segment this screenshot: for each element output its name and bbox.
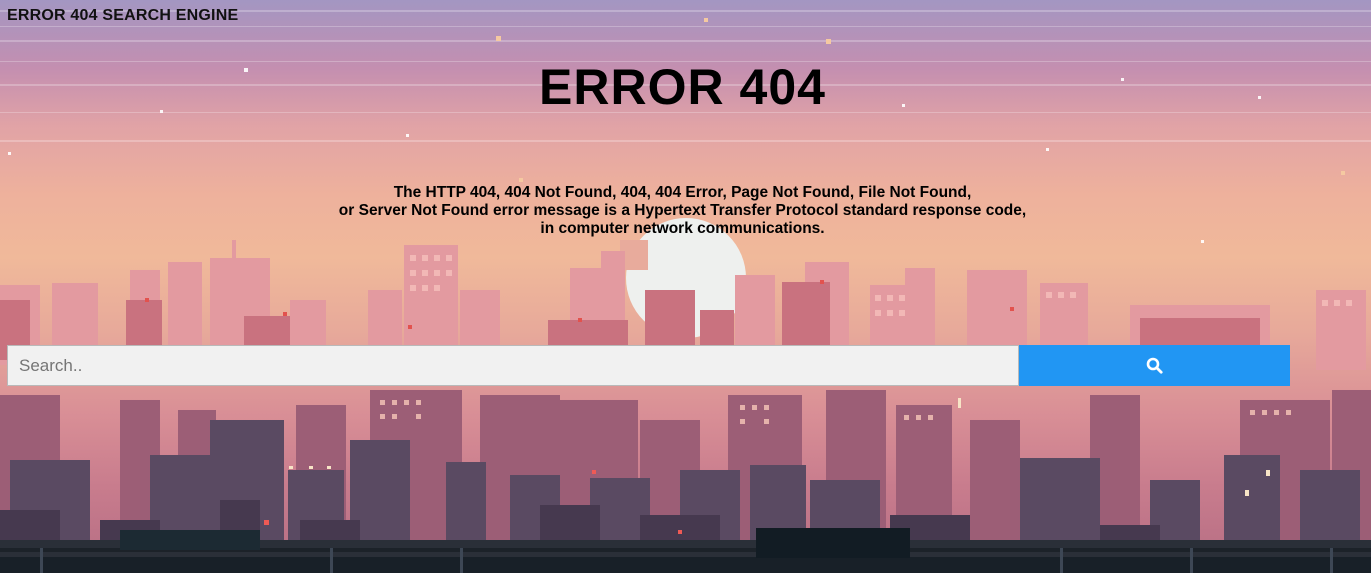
- description-line-3: in computer network communications.: [540, 220, 825, 237]
- error-headline: ERROR 404: [539, 59, 826, 115]
- site-title: ERROR 404 SEARCH ENGINE: [7, 7, 239, 24]
- search-icon: [1146, 357, 1163, 374]
- search-form: [7, 345, 1290, 386]
- search-button[interactable]: [1019, 345, 1290, 386]
- description-line-1: The HTTP 404, 404 Not Found, 404, 404 Er…: [393, 184, 972, 201]
- description-line-2: or Server Not Found error message is a H…: [338, 202, 1027, 219]
- search-input[interactable]: [7, 345, 1019, 386]
- error-404-page: ERROR 404 SEARCH ENGINE ERROR 404 The HT…: [0, 0, 1371, 573]
- error-description: The HTTP 404, 404 Not Found, 404, 404 Er…: [0, 184, 1365, 238]
